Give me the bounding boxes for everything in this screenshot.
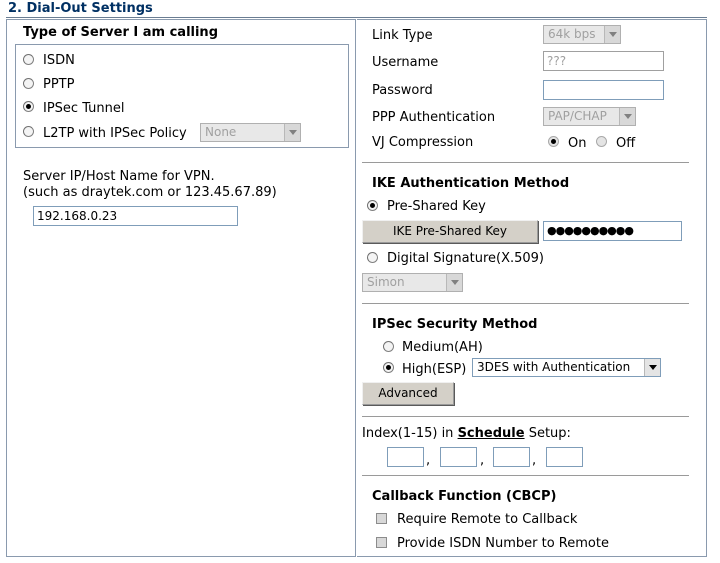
- callback-heading: Callback Function (CBCP): [372, 489, 557, 504]
- divider: [362, 162, 689, 164]
- chevron-down-icon: [446, 274, 462, 291]
- password-label: Password: [372, 83, 433, 98]
- title-divider: [6, 17, 707, 18]
- l2tp-policy-select[interactable]: None: [200, 123, 301, 142]
- link-type-value: 64k bps: [548, 27, 596, 41]
- ipsec-tunnel-label: IPSec Tunnel: [43, 101, 125, 116]
- medium-ah-label: Medium(AH): [402, 340, 483, 355]
- medium-ah-radio[interactable]: [383, 341, 394, 352]
- preshared-key-radio[interactable]: [367, 200, 378, 211]
- schedule-prefix: Index(1-15) in: [362, 426, 454, 441]
- require-callback-checkbox[interactable]: [376, 513, 387, 524]
- server-type-legend: Type of Server I am calling: [21, 25, 220, 40]
- server-host-example: (such as draytek.com or 123.45.67.89): [23, 185, 277, 200]
- l2tp-radio[interactable]: [23, 126, 34, 137]
- chevron-down-icon: [644, 359, 660, 376]
- password-input[interactable]: [543, 80, 664, 100]
- divider: [362, 475, 689, 477]
- high-esp-radio[interactable]: [383, 362, 394, 373]
- schedule-suffix: Setup:: [528, 426, 571, 441]
- ike-preshared-key-button[interactable]: IKE Pre-Shared Key: [362, 220, 538, 243]
- pptp-label: PPTP: [43, 77, 75, 92]
- schedule-index-3[interactable]: [493, 447, 530, 467]
- column-divider: [355, 19, 357, 557]
- link-type-label: Link Type: [372, 28, 433, 43]
- ike-heading: IKE Authentication Method: [372, 176, 570, 191]
- divider: [362, 303, 689, 305]
- chevron-down-icon: [619, 108, 635, 125]
- provide-isdn-checkbox[interactable]: [376, 537, 387, 548]
- high-esp-label: High(ESP): [402, 362, 467, 377]
- vj-on-label: On: [568, 136, 587, 151]
- schedule-index-1[interactable]: [387, 447, 424, 467]
- ppp-auth-label: PPP Authentication: [372, 110, 496, 125]
- server-host-label: Server IP/Host Name for VPN.: [23, 169, 215, 184]
- certificate-value: Simon: [367, 275, 405, 289]
- chevron-down-icon: [604, 26, 620, 43]
- ike-preshared-key-input[interactable]: ●●●●●●●●●●: [543, 221, 682, 241]
- schedule-separator: ,: [426, 453, 431, 468]
- pptp-radio[interactable]: [23, 78, 34, 89]
- ipsec-tunnel-radio[interactable]: [23, 101, 34, 112]
- link-type-select[interactable]: 64k bps: [543, 25, 621, 44]
- schedule-row: Index(1-15) in Schedule Setup:: [362, 426, 571, 441]
- isdn-label: ISDN: [43, 53, 75, 68]
- digital-signature-label: Digital Signature(X.509): [387, 251, 545, 266]
- schedule-index-2[interactable]: [440, 447, 477, 467]
- provide-isdn-label: Provide ISDN Number to Remote: [397, 536, 609, 551]
- divider: [362, 416, 689, 418]
- certificate-select[interactable]: Simon: [362, 273, 463, 292]
- schedule-separator: ,: [480, 453, 485, 468]
- advanced-button[interactable]: Advanced: [362, 382, 454, 405]
- vj-off-label: Off: [616, 136, 636, 151]
- server-host-input[interactable]: 192.168.0.23: [33, 206, 238, 226]
- chevron-down-icon: [284, 124, 300, 141]
- ipsec-heading: IPSec Security Method: [372, 317, 538, 332]
- ppp-auth-value: PAP/CHAP: [548, 109, 607, 123]
- digital-signature-radio[interactable]: [367, 252, 378, 263]
- esp-method-select[interactable]: 3DES with Authentication: [472, 358, 661, 377]
- vj-compression-label: VJ Compression: [372, 135, 474, 150]
- isdn-radio[interactable]: [23, 54, 34, 65]
- l2tp-policy-value: None: [205, 125, 237, 139]
- preshared-key-label: Pre-Shared Key: [387, 199, 486, 214]
- schedule-index-4[interactable]: [546, 447, 583, 467]
- esp-method-value: 3DES with Authentication: [477, 360, 631, 374]
- require-callback-label: Require Remote to Callback: [397, 512, 578, 527]
- username-label: Username: [372, 55, 439, 70]
- ppp-auth-select[interactable]: PAP/CHAP: [543, 107, 636, 126]
- username-input[interactable]: ???: [543, 51, 664, 71]
- schedule-separator: ,: [532, 453, 537, 468]
- l2tp-label: L2TP with IPSec Policy: [43, 126, 187, 141]
- schedule-link[interactable]: Schedule: [458, 426, 525, 441]
- vj-on-radio[interactable]: [548, 136, 559, 147]
- vj-off-radio[interactable]: [596, 136, 607, 147]
- section-title: 2. Dial-Out Settings: [8, 1, 153, 16]
